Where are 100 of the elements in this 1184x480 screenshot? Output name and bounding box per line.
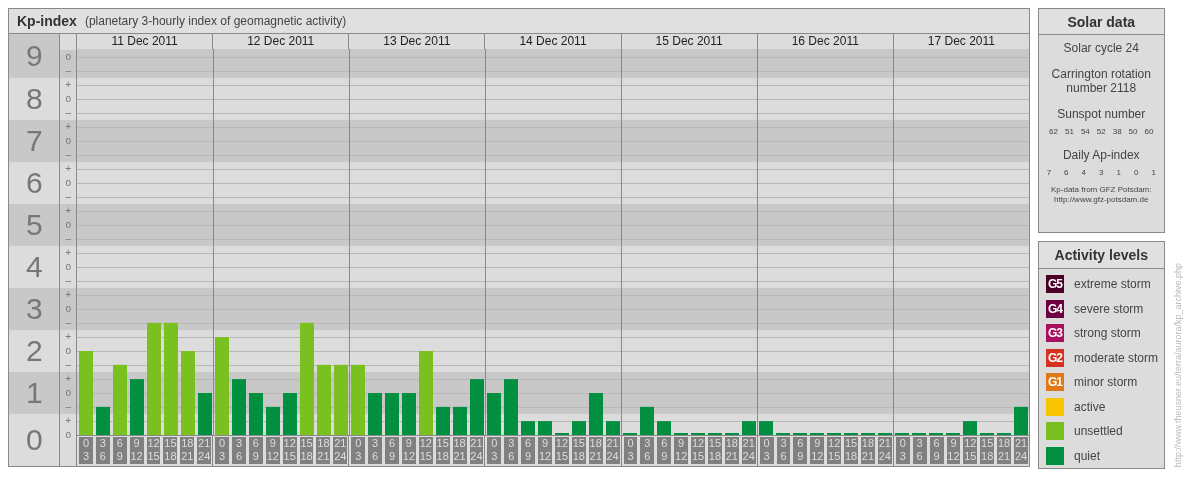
kp-bar (232, 379, 246, 435)
activity-level-label: active (1074, 399, 1106, 414)
time-slot-label: 21 24 (605, 437, 620, 464)
time-slot-label: 0 3 (487, 437, 502, 464)
time-slot-label: 9 12 (129, 437, 144, 464)
activity-level-label: quiet (1074, 448, 1101, 463)
storm-level-badge: G5 (1046, 275, 1064, 293)
kp-bar (130, 379, 144, 435)
time-slot-label: 15 18 (844, 437, 859, 464)
time-slot-label: 6 9 (929, 437, 944, 464)
time-slot-label: 18 21 (588, 437, 603, 464)
kp-scale-number: 7 (9, 120, 60, 162)
time-slot-label: 3 6 (776, 437, 791, 464)
sunspot-value: 38 (1112, 127, 1122, 136)
kp-subdivision-mark: – (60, 148, 76, 162)
kp-subdivision-mark: – (60, 400, 76, 414)
kp-bar (742, 421, 756, 435)
panel-title: Solar data (1039, 9, 1164, 35)
time-slot-label: 18 21 (724, 437, 739, 464)
kp-subdivision-mark: – (60, 64, 76, 78)
date-label: 11 Dec 2011 (110, 34, 179, 49)
ap-index-value: 3 (1099, 168, 1104, 177)
time-slot-label: 12 15 (691, 437, 705, 464)
kp-subdivision-mark: – (60, 232, 76, 246)
kp-bar (402, 393, 416, 435)
time-slot-label: 6 9 (793, 437, 808, 464)
ap-index-value: 7 (1046, 168, 1052, 177)
ap-index-value: 1 (1151, 168, 1156, 177)
ap-index-value: 0 (1133, 168, 1139, 177)
kp-bar (368, 393, 382, 435)
sunspot-value: 51 (1065, 127, 1074, 136)
time-slot-label: 9 12 (674, 437, 689, 464)
time-slot-label: 18 21 (180, 437, 195, 464)
source-link[interactable]: http://www.gfz-potsdam.de (1054, 195, 1149, 205)
kp-bar (589, 393, 603, 435)
kp-subdivision-mark: o (60, 302, 76, 316)
kp-subdivision-mark: o (60, 50, 76, 64)
kp-bar (113, 364, 127, 435)
kp-scale-number: 9 (9, 34, 60, 78)
kp-bar (266, 406, 280, 435)
time-slot-label: 0 3 (351, 437, 366, 464)
kp-bar (453, 406, 467, 435)
kp-bar (1014, 406, 1028, 435)
kp-bar (249, 393, 263, 435)
page-url: http://www.theusner.eu/terra/aurora/kp_archive.php (1173, 262, 1184, 467)
time-slot-label: 21 24 (333, 437, 348, 464)
kp-bar (521, 421, 535, 435)
kp-bar (317, 364, 331, 435)
kp-bar (759, 421, 773, 435)
kp-subdivision-mark: + (60, 120, 76, 134)
time-slot-label: 0 3 (215, 437, 230, 464)
sunspot-label: Sunspot number (1057, 107, 1146, 121)
storm-level-badge: G1 (1046, 373, 1064, 391)
time-slot-label: 9 12 (946, 437, 961, 464)
kp-subdivision-mark: o (60, 386, 76, 400)
chart-title: Kp-index (17, 13, 77, 29)
sunspot-value: 52 (1096, 127, 1106, 136)
time-slot-label: 9 12 (401, 437, 416, 464)
time-slot-label: 12 15 (963, 437, 978, 464)
time-slot-label: 3 6 (368, 437, 383, 464)
time-slot-label: 12 15 (146, 437, 161, 464)
time-slot-label: 9 12 (810, 437, 825, 464)
time-slot-label: 6 9 (248, 437, 263, 464)
kp-bar (640, 406, 654, 435)
time-slot-label: 9 12 (538, 437, 552, 464)
time-slot-label: 3 6 (232, 437, 246, 464)
time-slot-label: 18 21 (452, 437, 467, 464)
time-slot-label: 18 21 (316, 437, 331, 464)
time-slot-label: 0 3 (759, 437, 774, 464)
time-slot-label: 21 24 (469, 437, 484, 464)
source-note: Kp-data from GFZ Potsdam: (1051, 185, 1152, 195)
ap-index-value: 6 (1064, 168, 1069, 177)
kp-bar (351, 364, 365, 435)
time-slot-label: 15 18 (163, 437, 178, 464)
kp-bar (504, 379, 518, 435)
ap-index-label: Daily Ap-index (1062, 148, 1140, 162)
time-slot-label: 6 9 (112, 437, 127, 464)
time-slot-label: 3 6 (95, 437, 110, 464)
time-slot-label: 9 12 (265, 437, 280, 464)
time-slot-label: 15 18 (299, 437, 314, 464)
ap-index-value: 1 (1116, 168, 1121, 177)
kp-subdivision-mark: + (60, 372, 76, 386)
time-slot-label: 12 15 (418, 437, 433, 464)
chart-subtitle: (planetary 3-hourly index of geomagnetic activity) (84, 14, 347, 28)
kp-subdivision-mark: + (60, 288, 76, 302)
time-slot-label: 6 9 (657, 437, 672, 464)
time-slot-label: 3 6 (912, 437, 927, 464)
kp-scale-number: 1 (9, 372, 60, 414)
kp-bar (606, 421, 620, 435)
kp-bar (96, 406, 110, 435)
time-slot-label: 15 18 (708, 437, 722, 464)
kp-bar (385, 393, 399, 435)
carrington-rotation-text: Carrington rotation number 2118 (1051, 67, 1152, 95)
activity-level-label: unsettled (1074, 424, 1123, 438)
storm-level-badge: G4 (1046, 299, 1064, 318)
time-slot-label: 15 18 (980, 437, 995, 464)
time-slot-label: 15 18 (435, 437, 450, 464)
time-slot-label: 0 3 (623, 437, 638, 464)
sunspot-value: 54 (1080, 127, 1090, 136)
time-slot-label: 15 18 (571, 437, 586, 464)
